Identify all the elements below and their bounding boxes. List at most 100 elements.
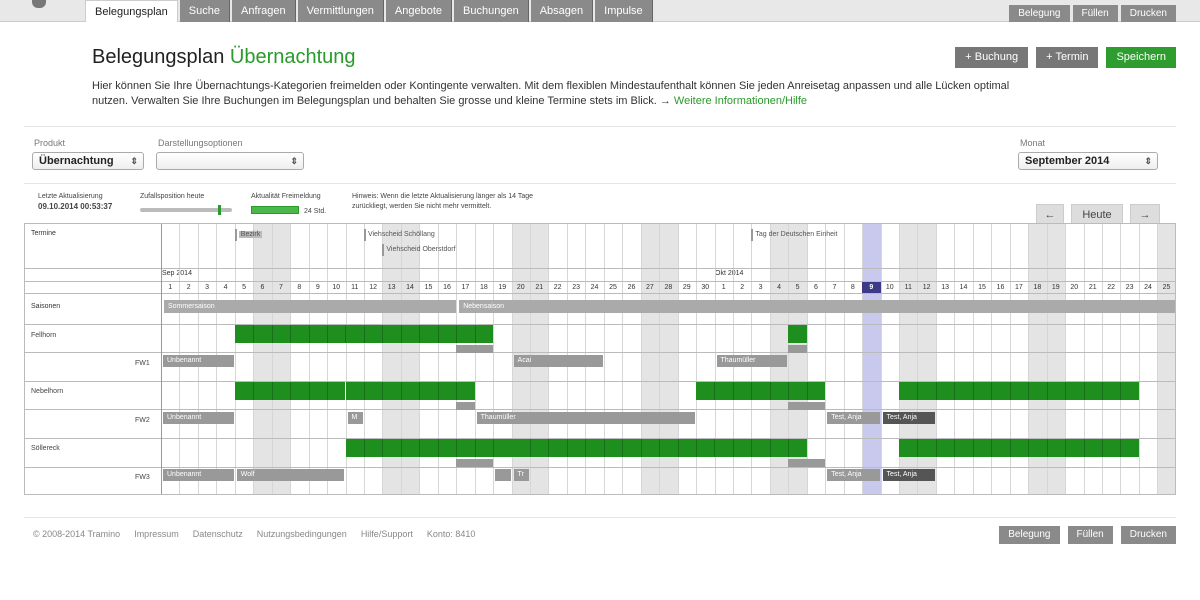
save-button[interactable]: Speichern — [1106, 47, 1176, 68]
booking-bar[interactable]: Test, Anja — [827, 469, 880, 481]
belegung-button[interactable]: Belegung — [1009, 5, 1070, 22]
fuellen-button[interactable]: Füllen — [1072, 5, 1118, 22]
day-number: 2 — [186, 284, 191, 291]
event-label[interactable]: Bezirk — [238, 231, 263, 238]
season-bar[interactable]: Sommersaison — [164, 300, 457, 313]
day-number: 23 — [1125, 284, 1134, 291]
availability-bar[interactable] — [899, 439, 1139, 457]
availability-cell-line — [1120, 382, 1122, 400]
footer-link-datenschutz[interactable]: Datenschutz — [193, 529, 243, 539]
availability-bar[interactable] — [696, 382, 826, 400]
availability-cell-line — [363, 439, 365, 457]
availability-bar[interactable] — [234, 382, 346, 400]
booking-bar[interactable]: Tr — [513, 469, 529, 481]
footer-fuellen-button[interactable]: Füllen — [1067, 526, 1113, 544]
booking-bar[interactable]: M — [347, 412, 363, 424]
next-arrow-button[interactable]: → — [1130, 204, 1160, 224]
event-label[interactable]: Viehscheid Oberstdorf — [386, 246, 455, 253]
grid-line — [290, 224, 292, 494]
product-select[interactable]: Übernachtung ⇕ — [32, 152, 144, 170]
day-number: 20 — [516, 284, 525, 291]
tab-absagen[interactable]: Absagen — [530, 0, 594, 22]
main-tabs: Belegungsplan Suche Anfragen Vermittlung… — [85, 0, 653, 22]
booking-bar[interactable]: Acai — [513, 355, 603, 367]
add-booking-button[interactable]: + Buchung — [955, 47, 1029, 68]
booking-bar[interactable]: Unbenannt — [163, 355, 234, 367]
availability-cell-line — [290, 325, 292, 343]
options-select[interactable]: ⇕ — [156, 152, 304, 170]
grid-divider — [25, 324, 1175, 325]
day-number: 10 — [885, 284, 894, 291]
day-number: 4 — [223, 284, 228, 291]
prev-arrow-button[interactable]: ← — [1036, 204, 1064, 224]
footer-link-impressum[interactable]: Impressum — [134, 529, 179, 539]
booking-bar[interactable]: Thaumüller — [476, 412, 696, 424]
day-number: 14 — [406, 284, 414, 291]
availability-bar[interactable] — [788, 325, 807, 343]
availability-bar[interactable] — [345, 382, 475, 400]
add-appointment-button[interactable]: + Termin — [1036, 47, 1099, 68]
day-number: 7 — [278, 284, 283, 291]
availability-cell-line — [585, 439, 587, 457]
footer-drucken-button[interactable]: Drucken — [1120, 526, 1176, 544]
day-number: 28 — [664, 284, 673, 291]
help-link[interactable]: Weitere Informationen/Hilfe — [674, 95, 807, 107]
booking-bar[interactable]: Thaumüller — [716, 355, 788, 367]
availability-cell-line — [917, 439, 919, 457]
drucken-button[interactable]: Drucken — [1120, 5, 1176, 22]
availability-bar[interactable] — [345, 439, 512, 457]
availability-bar[interactable] — [899, 382, 1139, 400]
event-marker — [382, 244, 385, 256]
availability-cell-line — [400, 382, 402, 400]
position-slider[interactable] — [140, 205, 232, 215]
availability-cell-line — [493, 439, 495, 457]
availability-cell-line — [308, 382, 310, 400]
availability-cell-line — [474, 439, 476, 457]
tab-impulse[interactable]: Impulse — [595, 0, 653, 22]
availability-cell-line — [1009, 439, 1011, 457]
season-bar[interactable]: Nebensaison — [459, 300, 1175, 313]
footer-link-nutzungsbedingungen[interactable]: Nutzungsbedingungen — [257, 529, 347, 539]
tab-vermittlungen[interactable]: Vermittlungen — [297, 0, 384, 22]
booking-bar[interactable]: Test, Anja — [882, 469, 935, 481]
day-number: 23 — [572, 284, 580, 291]
availability-cell-line — [659, 439, 661, 457]
availability-cell-line — [991, 382, 993, 400]
day-number: 27 — [646, 284, 654, 291]
tab-anfragen[interactable]: Anfragen — [232, 0, 296, 22]
slider-knob[interactable] — [218, 205, 221, 215]
availability-bar[interactable] — [234, 325, 494, 343]
footer-link-hilfe[interactable]: Hilfe/Support — [361, 529, 413, 539]
tab-angebote[interactable]: Angebote — [385, 0, 453, 22]
event-marker — [751, 229, 754, 241]
availability-cell-line — [751, 382, 753, 400]
booking-bar[interactable] — [495, 469, 511, 481]
booking-bar[interactable]: Unbenannt — [163, 469, 234, 481]
tab-suche[interactable]: Suche — [179, 0, 230, 22]
availability-cell-line — [419, 439, 421, 457]
event-label[interactable]: Viehscheid Schöllang — [368, 231, 435, 238]
availability-cell-line — [456, 382, 458, 400]
grid-divider — [25, 467, 1175, 468]
booking-bar[interactable]: Wolf — [236, 469, 345, 481]
booking-bar[interactable]: Test, Anja — [827, 412, 880, 424]
availability-cell-line — [1120, 439, 1122, 457]
event-label[interactable]: Tag der Deutschen Einheit — [755, 231, 837, 238]
today-button[interactable]: Heute — [1071, 204, 1123, 224]
footer-belegung-button[interactable]: Belegung — [999, 526, 1060, 544]
description-text: Hier können Sie Ihre Übernachtungs-Kateg… — [92, 80, 1010, 107]
availability-bar[interactable] — [511, 439, 807, 457]
day-number: 5 — [795, 284, 800, 291]
availability-cell-line — [363, 325, 365, 343]
saisonen-label: Saisonen — [31, 303, 61, 310]
month-select[interactable]: September 2014 ⇕ — [1018, 152, 1158, 170]
availability-cell-line — [972, 382, 974, 400]
booking-bar[interactable]: Test, Anja — [882, 412, 935, 424]
grid-divider — [25, 352, 1175, 353]
booking-bar[interactable]: Unbenannt — [163, 412, 234, 424]
product-label: Produkt — [34, 138, 66, 148]
availability-cell-line — [1065, 439, 1067, 457]
day-number: 3 — [758, 284, 763, 291]
tab-belegungsplan[interactable]: Belegungsplan — [85, 0, 178, 22]
tab-buchungen[interactable]: Buchungen — [454, 0, 529, 22]
